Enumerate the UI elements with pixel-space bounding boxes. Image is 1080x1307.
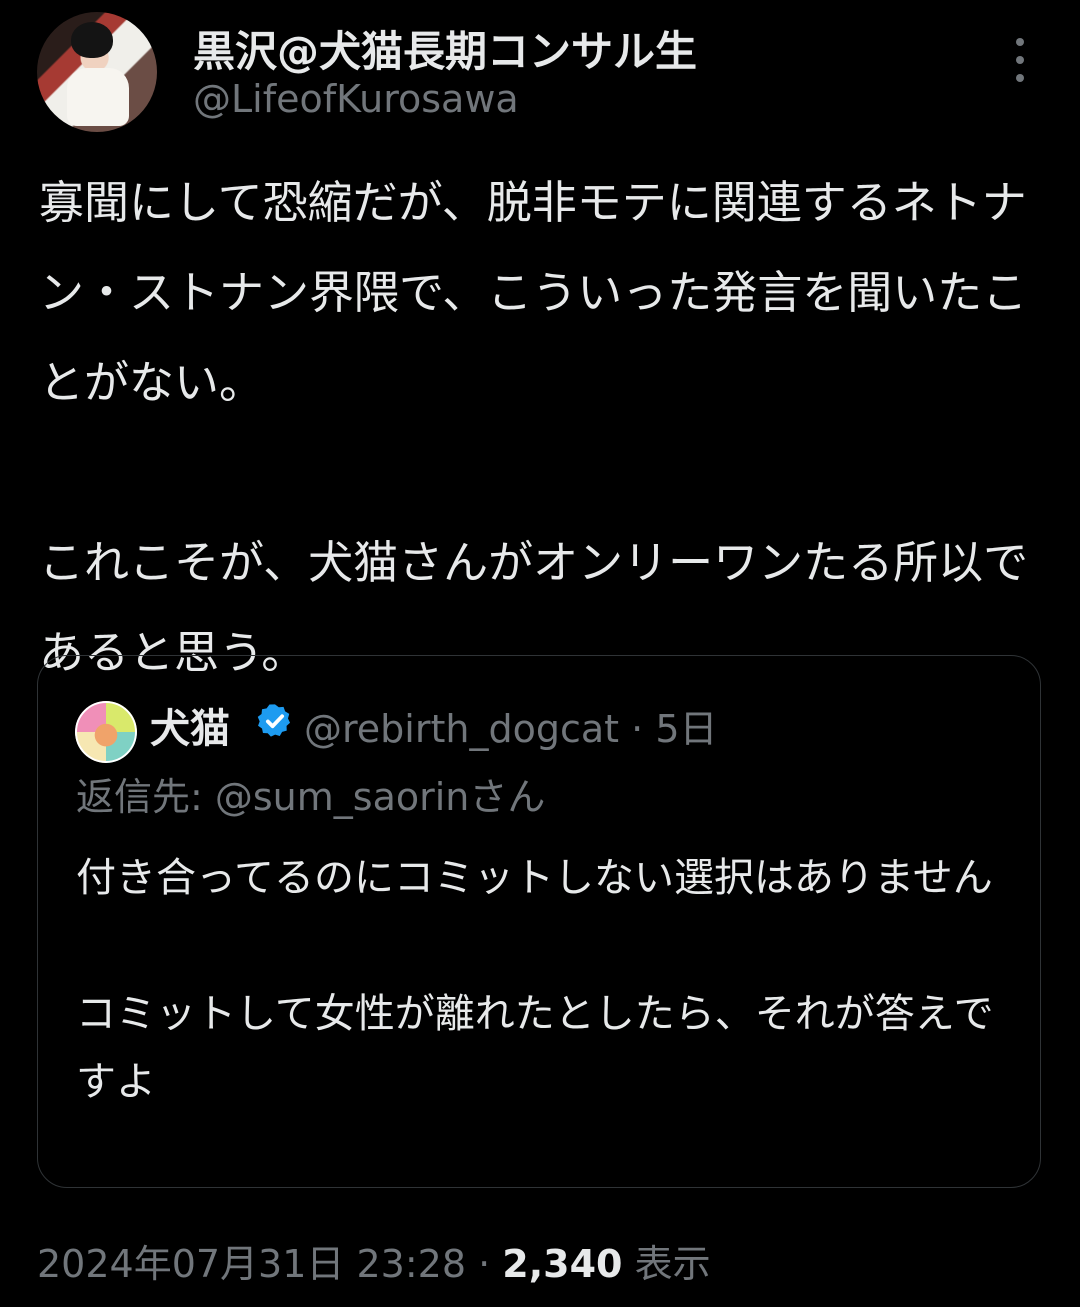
quoted-author-avatar[interactable]	[75, 701, 137, 763]
quoted-age[interactable]: 5日	[655, 707, 717, 751]
verified-badge-icon	[257, 704, 291, 737]
quoted-tweet-card[interactable]: 犬猫 @rebirth_dogcat · 5日 返信先: @sum_saorin…	[37, 655, 1041, 1188]
footer-separator: ·	[478, 1242, 491, 1286]
more-options-icon[interactable]	[1007, 38, 1033, 82]
author-handle[interactable]: @LifeofKurosawa	[193, 77, 519, 121]
more-dot	[1016, 74, 1024, 82]
quoted-author-display-name[interactable]: 犬猫	[150, 696, 230, 754]
quoted-author-handle[interactable]: @rebirth_dogcat	[304, 707, 619, 751]
more-dot	[1016, 38, 1024, 46]
views-count: 2,340	[502, 1242, 623, 1286]
views-label: 表示	[634, 1242, 711, 1286]
reply-to-label[interactable]: 返信先: @sum_saorinさん	[76, 766, 545, 821]
quoted-meta: @rebirth_dogcat · 5日	[304, 698, 718, 753]
quoted-tweet-text: 付き合ってるのにコミットしない選択はありません コミットして女性が離れたとしたら…	[76, 855, 994, 1105]
tweet-text: 寡聞にして恐縮だが、脱非モテに関連するネトナン・ストナン界隈で、こういった発言を…	[39, 176, 1029, 679]
timestamp[interactable]: 2024年07月31日 23:28	[37, 1242, 466, 1286]
author-avatar[interactable]	[37, 12, 157, 132]
more-dot	[1016, 56, 1024, 64]
meta-separator: ·	[631, 707, 644, 751]
author-display-name[interactable]: 黒沢@犬猫長期コンサル生	[193, 18, 697, 79]
tweet-footer: 2024年07月31日 23:28 · 2,340 表示	[37, 1233, 711, 1288]
avatar-body	[67, 68, 129, 126]
avatar-hair	[71, 22, 113, 58]
